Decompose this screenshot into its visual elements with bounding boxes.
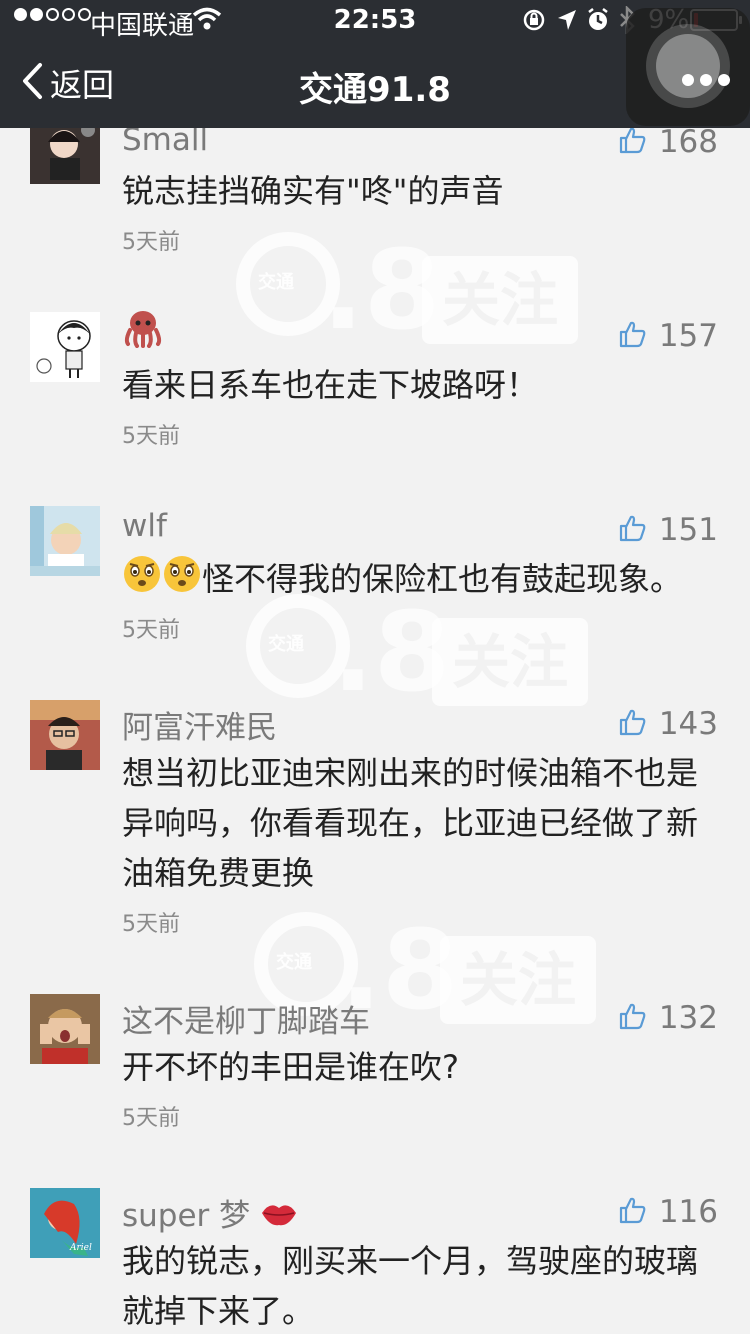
svg-text:Ariel: Ariel bbox=[69, 1243, 92, 1253]
thumbs-up-icon bbox=[617, 1195, 647, 1229]
like-count: 168 bbox=[658, 128, 718, 160]
location-arrow-icon bbox=[556, 8, 578, 39]
like-count: 157 bbox=[658, 318, 718, 354]
more-dots-icon bbox=[682, 74, 730, 86]
comment-list[interactable]: 交通 .8 关注 交通 .8 关注 交通 .8 关注 Small 168 锐志挂… bbox=[0, 128, 750, 1334]
comment-text: 怪不得我的保险杠也有鼓起现象。 bbox=[122, 554, 712, 608]
comment-text: 锐志挂挡确实有"咚"的声音 bbox=[122, 172, 504, 210]
comment-time: 5天前 bbox=[122, 618, 180, 643]
kiss-lips-emoji-icon bbox=[260, 1199, 298, 1237]
like-count: 151 bbox=[658, 512, 718, 548]
comment-username[interactable]: Small bbox=[122, 128, 208, 158]
comment-username[interactable]: wlf bbox=[122, 508, 167, 544]
thumbs-up-icon bbox=[617, 513, 647, 547]
avatar[interactable] bbox=[30, 128, 100, 184]
comment-text: 开不坏的丰田是谁在吹? bbox=[122, 1048, 459, 1086]
like-button[interactable]: 151 bbox=[617, 512, 718, 548]
thumbs-up-icon bbox=[617, 128, 647, 159]
octopus-emoji-icon bbox=[122, 308, 164, 356]
comment-text: 想当初比亚迪宋刚出来的时候油箱不也是异响吗，你看看现在，比亚迪已经做了新油箱免费… bbox=[122, 754, 699, 892]
comment-username[interactable]: 阿富汗难民 bbox=[122, 702, 277, 747]
like-button[interactable]: 157 bbox=[617, 318, 718, 354]
comment-text: 我的锐志，刚买来一个月，驾驶座的玻璃就掉下来了。 bbox=[122, 1242, 699, 1330]
thumbs-up-icon bbox=[617, 319, 647, 353]
like-count: 132 bbox=[658, 1000, 718, 1036]
like-count: 116 bbox=[658, 1194, 718, 1230]
comment-username[interactable]: super 梦 bbox=[122, 1190, 298, 1237]
comment-username[interactable]: 这不是柳丁脚踏车 bbox=[122, 996, 370, 1041]
comment-text: 看来日系车也在走下坡路呀！ bbox=[122, 366, 539, 404]
watermark: 交通 .8 关注 bbox=[236, 226, 596, 362]
avatar[interactable]: Ariel bbox=[30, 1188, 100, 1258]
worried-face-emoji-icon bbox=[122, 554, 162, 608]
alarm-clock-icon bbox=[586, 7, 610, 40]
like-button[interactable]: 168 bbox=[617, 128, 718, 160]
floating-menu-button[interactable] bbox=[626, 8, 750, 126]
like-button[interactable]: 116 bbox=[617, 1194, 718, 1230]
like-count: 143 bbox=[658, 706, 718, 742]
like-button[interactable]: 143 bbox=[617, 706, 718, 742]
comment-time: 5天前 bbox=[122, 424, 180, 449]
avatar[interactable] bbox=[30, 312, 100, 382]
rotation-lock-icon bbox=[522, 8, 546, 39]
comment-time: 5天前 bbox=[122, 230, 180, 255]
avatar[interactable] bbox=[30, 700, 100, 770]
avatar[interactable] bbox=[30, 506, 100, 576]
comment-time: 5天前 bbox=[122, 912, 180, 937]
avatar[interactable] bbox=[30, 994, 100, 1064]
comment-username[interactable] bbox=[122, 308, 164, 356]
comment-time: 5天前 bbox=[122, 1106, 180, 1131]
worried-face-emoji-icon bbox=[162, 554, 202, 608]
watermark: 交通 .8 关注 bbox=[246, 588, 606, 724]
thumbs-up-icon bbox=[617, 1001, 647, 1035]
like-button[interactable]: 132 bbox=[617, 1000, 718, 1036]
thumbs-up-icon bbox=[617, 707, 647, 741]
